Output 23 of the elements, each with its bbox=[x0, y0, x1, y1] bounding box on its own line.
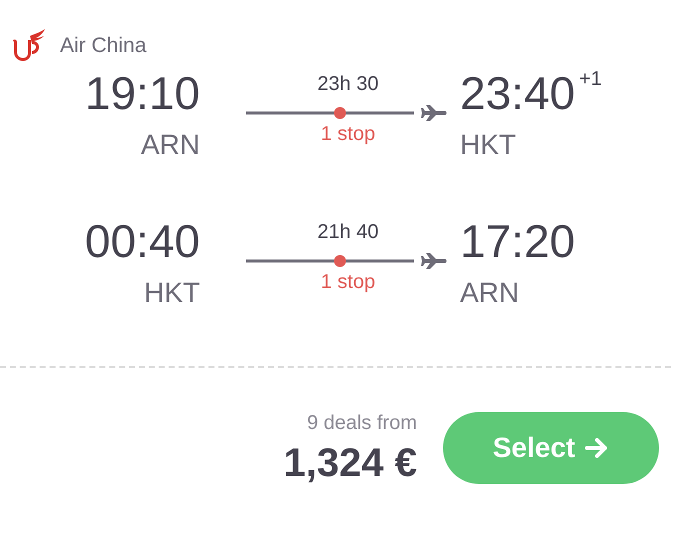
arrival-airport: HKT bbox=[460, 131, 516, 159]
departure-time: 00:40 bbox=[84, 218, 200, 264]
departure-airport: ARN bbox=[140, 131, 200, 159]
stops-count: 1 stop bbox=[320, 272, 376, 292]
stop-dot bbox=[334, 107, 346, 119]
airline-logo bbox=[10, 28, 46, 64]
price: 1,324 € bbox=[284, 443, 417, 483]
arrow-icon bbox=[585, 437, 610, 459]
flight-duration: 23h 30 bbox=[317, 74, 379, 94]
stops-count: 1 stop bbox=[320, 124, 376, 144]
plane-icon bbox=[421, 253, 446, 269]
arrival-time: 17:20 bbox=[460, 218, 576, 264]
departure-time: 19:10 bbox=[84, 70, 200, 116]
arrival-time: 23:40 bbox=[460, 70, 576, 116]
stop-dot bbox=[334, 255, 346, 267]
plane-icon bbox=[421, 105, 446, 121]
day-offset: +1 bbox=[579, 68, 602, 90]
arrival-airport: ARN bbox=[460, 279, 520, 307]
airline-name: Air China bbox=[60, 33, 146, 60]
departure-airport: HKT bbox=[144, 279, 200, 307]
flight-duration: 21h 40 bbox=[317, 222, 379, 242]
deals-count: 9 deals from bbox=[306, 413, 417, 433]
select-button[interactable]: Select bbox=[443, 412, 659, 484]
